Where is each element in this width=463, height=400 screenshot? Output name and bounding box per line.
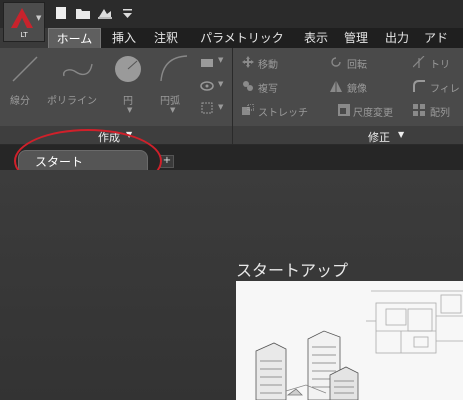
polyline-icon[interactable] bbox=[60, 56, 96, 82]
trim-icon[interactable] bbox=[413, 56, 425, 68]
scale-tool-label[interactable]: 尺度変更 bbox=[353, 104, 393, 119]
rectangle-icon[interactable] bbox=[201, 59, 213, 67]
arc-tool-label[interactable]: 円弧 bbox=[160, 92, 180, 107]
hatch-dropdown-icon[interactable]: ▼ bbox=[218, 80, 223, 88]
tab-manage[interactable]: 管理 bbox=[341, 28, 371, 48]
mirror-icon[interactable] bbox=[330, 80, 342, 92]
circle-dropdown-icon[interactable]: ▼ bbox=[127, 106, 132, 114]
move-icon[interactable] bbox=[242, 56, 254, 68]
panel-divider bbox=[232, 48, 233, 144]
circle-icon[interactable] bbox=[113, 54, 143, 84]
tab-insert[interactable]: 挿入 bbox=[106, 28, 142, 48]
scale-icon[interactable] bbox=[338, 104, 350, 116]
new-tab-button[interactable]: + bbox=[160, 155, 174, 168]
title-bar bbox=[0, 0, 463, 28]
tab-home[interactable]: ホーム bbox=[48, 28, 101, 48]
rotate-icon[interactable] bbox=[330, 56, 342, 68]
copy-tool-label[interactable]: 複写 bbox=[258, 80, 278, 95]
stretch-icon[interactable] bbox=[242, 104, 254, 116]
trim-tool-label[interactable]: トリ bbox=[430, 56, 450, 71]
line-tool-label[interactable]: 線分 bbox=[10, 92, 30, 107]
save-icon[interactable] bbox=[97, 5, 113, 19]
rectangle-dropdown-icon[interactable]: ▼ bbox=[218, 56, 223, 64]
lt-badge: LT bbox=[20, 31, 28, 39]
tab-addins[interactable]: アド bbox=[424, 28, 463, 48]
modify-panel-title[interactable]: 修正 bbox=[368, 129, 390, 145]
array-tool-label[interactable]: 配列 bbox=[430, 104, 450, 119]
autocad-logo-icon bbox=[11, 8, 33, 28]
fillet-icon[interactable] bbox=[413, 80, 425, 92]
fillet-tool-label[interactable]: フィレ bbox=[430, 80, 460, 95]
rotate-tool-label[interactable]: 回転 bbox=[347, 56, 367, 71]
boundary-dropdown-icon[interactable]: ▼ bbox=[218, 103, 223, 111]
dropdown-arrow-icon[interactable] bbox=[120, 5, 136, 19]
tab-output[interactable]: 出力 bbox=[382, 28, 412, 48]
move-tool-label[interactable]: 移動 bbox=[258, 56, 278, 71]
arc-icon[interactable] bbox=[157, 53, 189, 83]
array-icon[interactable] bbox=[413, 104, 425, 116]
line-icon[interactable] bbox=[10, 54, 40, 84]
stretch-tool-label[interactable]: ストレッチ bbox=[258, 104, 308, 119]
copy-icon[interactable] bbox=[242, 80, 254, 92]
modify-panel-expand-icon[interactable]: ▼ bbox=[398, 130, 404, 139]
tab-annotate[interactable]: 注釈 bbox=[148, 28, 184, 48]
hatch-icon[interactable] bbox=[200, 80, 214, 92]
circle-tool-label[interactable]: 円 bbox=[123, 92, 133, 107]
ribbon-tab-bar: ホーム 挿入 注釈 パラメトリック 表示 管理 出力 アド bbox=[48, 28, 463, 48]
arc-dropdown-icon[interactable]: ▼ bbox=[170, 106, 175, 114]
tab-view[interactable]: 表示 bbox=[301, 28, 331, 48]
chevron-down-icon: ▼ bbox=[36, 14, 42, 22]
boundary-icon[interactable] bbox=[200, 101, 214, 115]
application-menu-button[interactable]: LT ▼ bbox=[3, 2, 45, 42]
tab-parametric[interactable]: パラメトリック bbox=[194, 28, 290, 48]
new-file-icon[interactable] bbox=[53, 5, 69, 19]
mirror-tool-label[interactable]: 鏡像 bbox=[347, 80, 367, 95]
open-folder-icon[interactable] bbox=[75, 5, 91, 19]
drawing-preview-thumbnail[interactable] bbox=[236, 281, 463, 400]
startup-heading: スタートアップ bbox=[236, 261, 349, 280]
building-sketch-image bbox=[255, 290, 463, 400]
polyline-tool-label[interactable]: ポリライン bbox=[47, 92, 97, 107]
